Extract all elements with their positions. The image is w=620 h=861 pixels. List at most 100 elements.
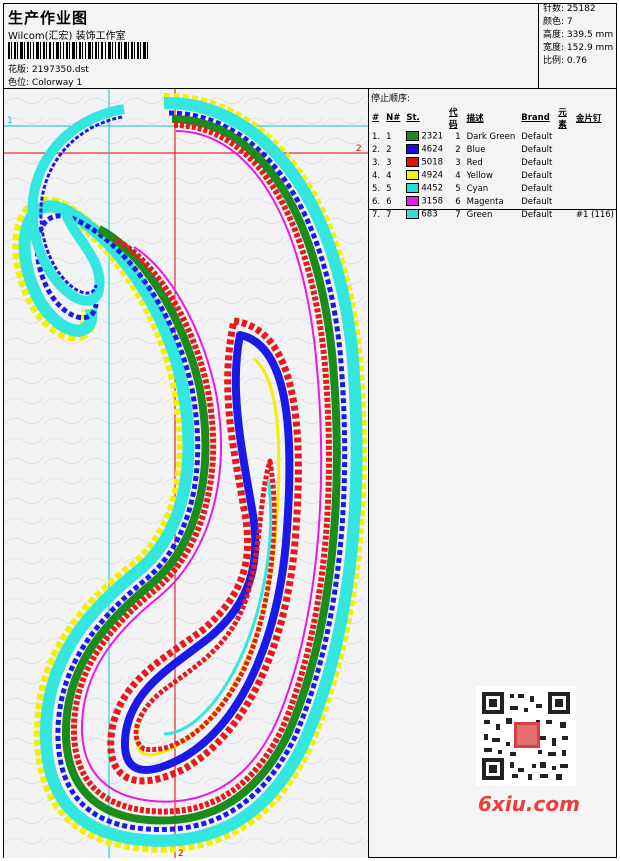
- thread-row: 4. 4 4924 4 Yellow Default: [369, 169, 617, 182]
- thread-n: 5: [386, 183, 392, 194]
- thread-code: 2: [455, 144, 461, 155]
- color-swatch: [406, 144, 420, 155]
- thread-brand: Default: [521, 209, 553, 220]
- stat-colors: 颜色: 7: [543, 17, 573, 27]
- thread-n: 7: [386, 209, 392, 220]
- thread-element: [555, 156, 573, 169]
- color-swatch: [406, 131, 420, 142]
- thread-row: 3. 3 5018 3 Red Default: [369, 156, 617, 169]
- thread-stitches: 5018: [403, 156, 446, 169]
- thread-element: [555, 130, 573, 143]
- col-st: St.: [406, 113, 420, 123]
- thread-brand: Default: [521, 131, 553, 142]
- thread-code: 7: [455, 209, 461, 220]
- stat-scale: 比例: 0.76: [543, 56, 587, 66]
- design-line: 花版: 2197350.dst: [8, 62, 89, 75]
- thread-brand: Default: [521, 196, 553, 207]
- thread-desc: Green: [466, 209, 493, 220]
- thread-desc: Blue: [466, 144, 486, 155]
- col-desc: 描述: [466, 114, 484, 124]
- col-n: N#: [386, 113, 401, 123]
- color-swatch: [406, 183, 420, 194]
- stats-block: 针数: 25182 颜色: 7 高度: 339.5 mm 宽度: 152.9 m…: [538, 3, 618, 88]
- col-elem: 元素: [558, 108, 567, 130]
- thread-code: 5: [455, 183, 461, 194]
- thread-desc: Magenta: [466, 196, 504, 207]
- stat-height: 高度: 339.5 mm: [543, 30, 614, 40]
- guide-label-h1: 1: [7, 116, 13, 126]
- color-swatch: [406, 170, 420, 181]
- thread-n: 2: [386, 144, 392, 155]
- thread-stitches: 4624: [403, 143, 446, 156]
- thread-num: 7.: [372, 209, 381, 220]
- thread-brand: Default: [521, 157, 553, 168]
- thread-table-header: # N# St. 代码 描述 Brand 元素 金片钉: [369, 106, 617, 130]
- header-block: 生产作业图 Wilcom(汇宏) 装饰工作室 花版: 2197350.dst 色…: [4, 4, 538, 88]
- thread-code: 6: [455, 196, 461, 207]
- watermark-text: 6xiu.com: [478, 792, 580, 816]
- col-code: 代码: [449, 108, 458, 130]
- stat-stitches: 针数: 25182: [543, 4, 596, 14]
- sequence-title: 停止顺序:: [371, 94, 411, 104]
- company-name: Wilcom(汇宏) 装饰工作室: [8, 31, 126, 42]
- thread-brand: Default: [521, 183, 553, 194]
- thread-extra: #1 (116): [575, 209, 614, 220]
- thread-num: 3.: [372, 157, 381, 168]
- thread-stitches: 2321: [403, 130, 446, 143]
- thread-brand: Default: [521, 144, 553, 155]
- color-swatch: [406, 196, 420, 207]
- thread-desc: Red: [466, 157, 483, 168]
- thread-n: 4: [386, 170, 392, 181]
- thread-n: 3: [386, 157, 392, 168]
- thread-stitch-count: 3158: [421, 196, 444, 207]
- thread-stitch-count: 4452: [421, 183, 444, 194]
- thread-extra: [573, 143, 617, 156]
- thread-extra: [573, 182, 617, 195]
- design-value: 2197350.dst: [31, 65, 89, 75]
- col-brand: Brand: [521, 113, 550, 123]
- thread-code: 3: [455, 157, 461, 168]
- design-label: 花版:: [8, 65, 30, 75]
- thread-desc: Yellow: [466, 170, 493, 181]
- thread-row: 1. 1 2321 1 Dark Green Default: [369, 130, 617, 143]
- thread-num: 5.: [372, 183, 381, 194]
- thread-stitch-count: 5018: [421, 157, 444, 168]
- thread-num: 4.: [372, 170, 381, 181]
- guide-label-v2: 2: [178, 849, 184, 858]
- thread-n: 6: [386, 196, 392, 207]
- paisley-design: 1 2 2: [4, 89, 368, 858]
- thread-element: [555, 195, 573, 208]
- thread-code: 1: [455, 131, 461, 142]
- barcode: [8, 42, 148, 59]
- thread-desc: Dark Green: [466, 131, 516, 142]
- thread-stitch-count: 4924: [421, 170, 444, 181]
- stat-width: 宽度: 152.9 mm: [543, 43, 614, 53]
- thread-num: 2.: [372, 144, 381, 155]
- thread-extra: [573, 195, 617, 208]
- color-swatch: [406, 209, 420, 220]
- thread-element: [555, 208, 573, 221]
- thread-stitch-count: 683: [421, 209, 438, 220]
- thread-row: 7. 7 683 7 Green Default #1 (116): [369, 208, 617, 221]
- thread-stitches: 4452: [403, 182, 446, 195]
- col-num: #: [372, 113, 380, 123]
- thread-num: 1.: [372, 131, 381, 142]
- guide-label-h2: 2: [356, 144, 362, 154]
- page-title: 生产作业图: [8, 9, 89, 27]
- thread-stitches: 3158: [403, 195, 446, 208]
- thread-element: [555, 182, 573, 195]
- thread-stitch-count: 4624: [421, 144, 444, 155]
- thread-element: [555, 143, 573, 156]
- thread-n: 1: [386, 131, 392, 142]
- thread-code: 4: [455, 170, 461, 181]
- qr-code: [476, 686, 576, 786]
- thread-row: 2. 2 4624 2 Blue Default: [369, 143, 617, 156]
- thread-stitches: 4924: [403, 169, 446, 182]
- thread-extra: [573, 130, 617, 143]
- thread-stitches: 683: [403, 208, 446, 221]
- thread-row: 6. 6 3158 6 Magenta Default: [369, 195, 617, 208]
- colorway-value: Colorway 1: [31, 78, 83, 88]
- thread-desc: Cyan: [466, 183, 489, 194]
- design-canvas: 1 2 2: [4, 89, 368, 858]
- thread-extra: [573, 169, 617, 182]
